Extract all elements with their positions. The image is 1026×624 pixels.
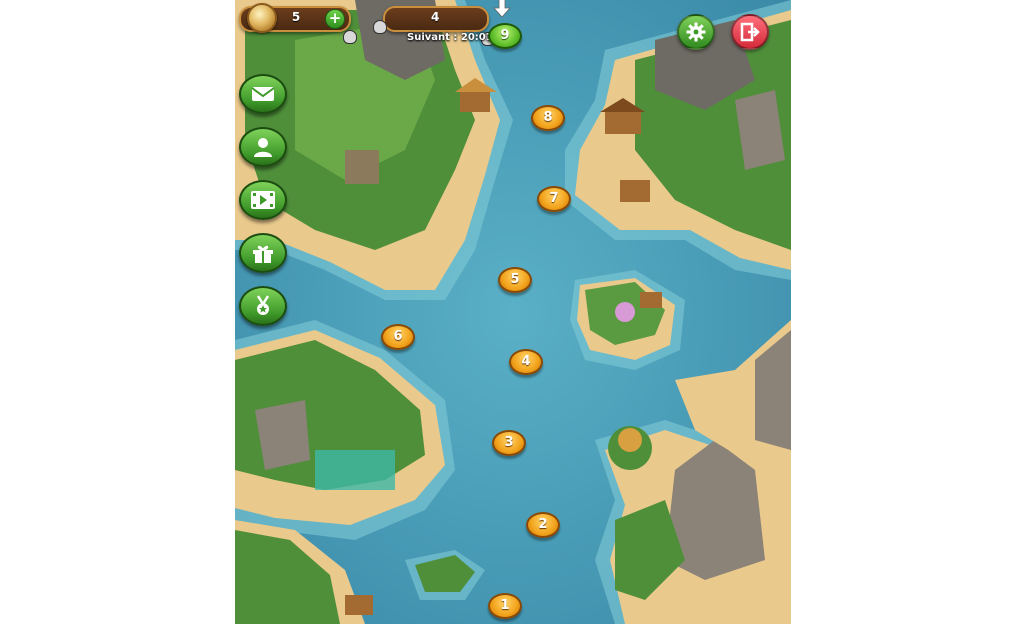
island-map-background: [235, 0, 791, 624]
settings-button[interactable]: [677, 14, 715, 50]
film-play-icon: [251, 191, 275, 209]
achievements-button[interactable]: [239, 286, 287, 326]
gift-icon: [253, 245, 273, 263]
level-node-5[interactable]: 5: [498, 267, 532, 293]
envelope-icon: [251, 87, 275, 101]
game-map-screen: 5 + 4 Suivant : 20:01 1 2 3 4 5 6 7 8 9: [235, 0, 791, 624]
user-icon: [254, 138, 272, 157]
coin-count: 5: [291, 10, 301, 24]
skull-icon: [343, 30, 357, 44]
level-node-7[interactable]: 7: [537, 186, 571, 212]
level-node-4[interactable]: 4: [509, 349, 543, 375]
gifts-button[interactable]: [239, 233, 287, 273]
exit-icon: [740, 22, 760, 42]
next-life-timer: Suivant : 20:01: [407, 32, 493, 43]
level-node-8[interactable]: 8: [531, 105, 565, 131]
level-node-3[interactable]: 3: [492, 430, 526, 456]
medal-icon: [256, 295, 270, 315]
gear-icon: [686, 22, 706, 42]
level-node-9-current[interactable]: 9: [488, 23, 522, 49]
level-node-1[interactable]: 1: [488, 593, 522, 619]
messages-button[interactable]: [239, 74, 287, 114]
current-level-arrow-icon: [493, 0, 511, 18]
level-node-6[interactable]: 6: [381, 324, 415, 350]
skull-icon: [373, 20, 387, 34]
add-coins-button[interactable]: +: [325, 9, 345, 29]
level-node-2[interactable]: 2: [526, 512, 560, 538]
profile-button[interactable]: [239, 127, 287, 167]
exit-button[interactable]: [731, 14, 769, 50]
video-button[interactable]: [239, 180, 287, 220]
coin-icon: [247, 3, 277, 33]
lives-count: 4: [431, 10, 440, 24]
